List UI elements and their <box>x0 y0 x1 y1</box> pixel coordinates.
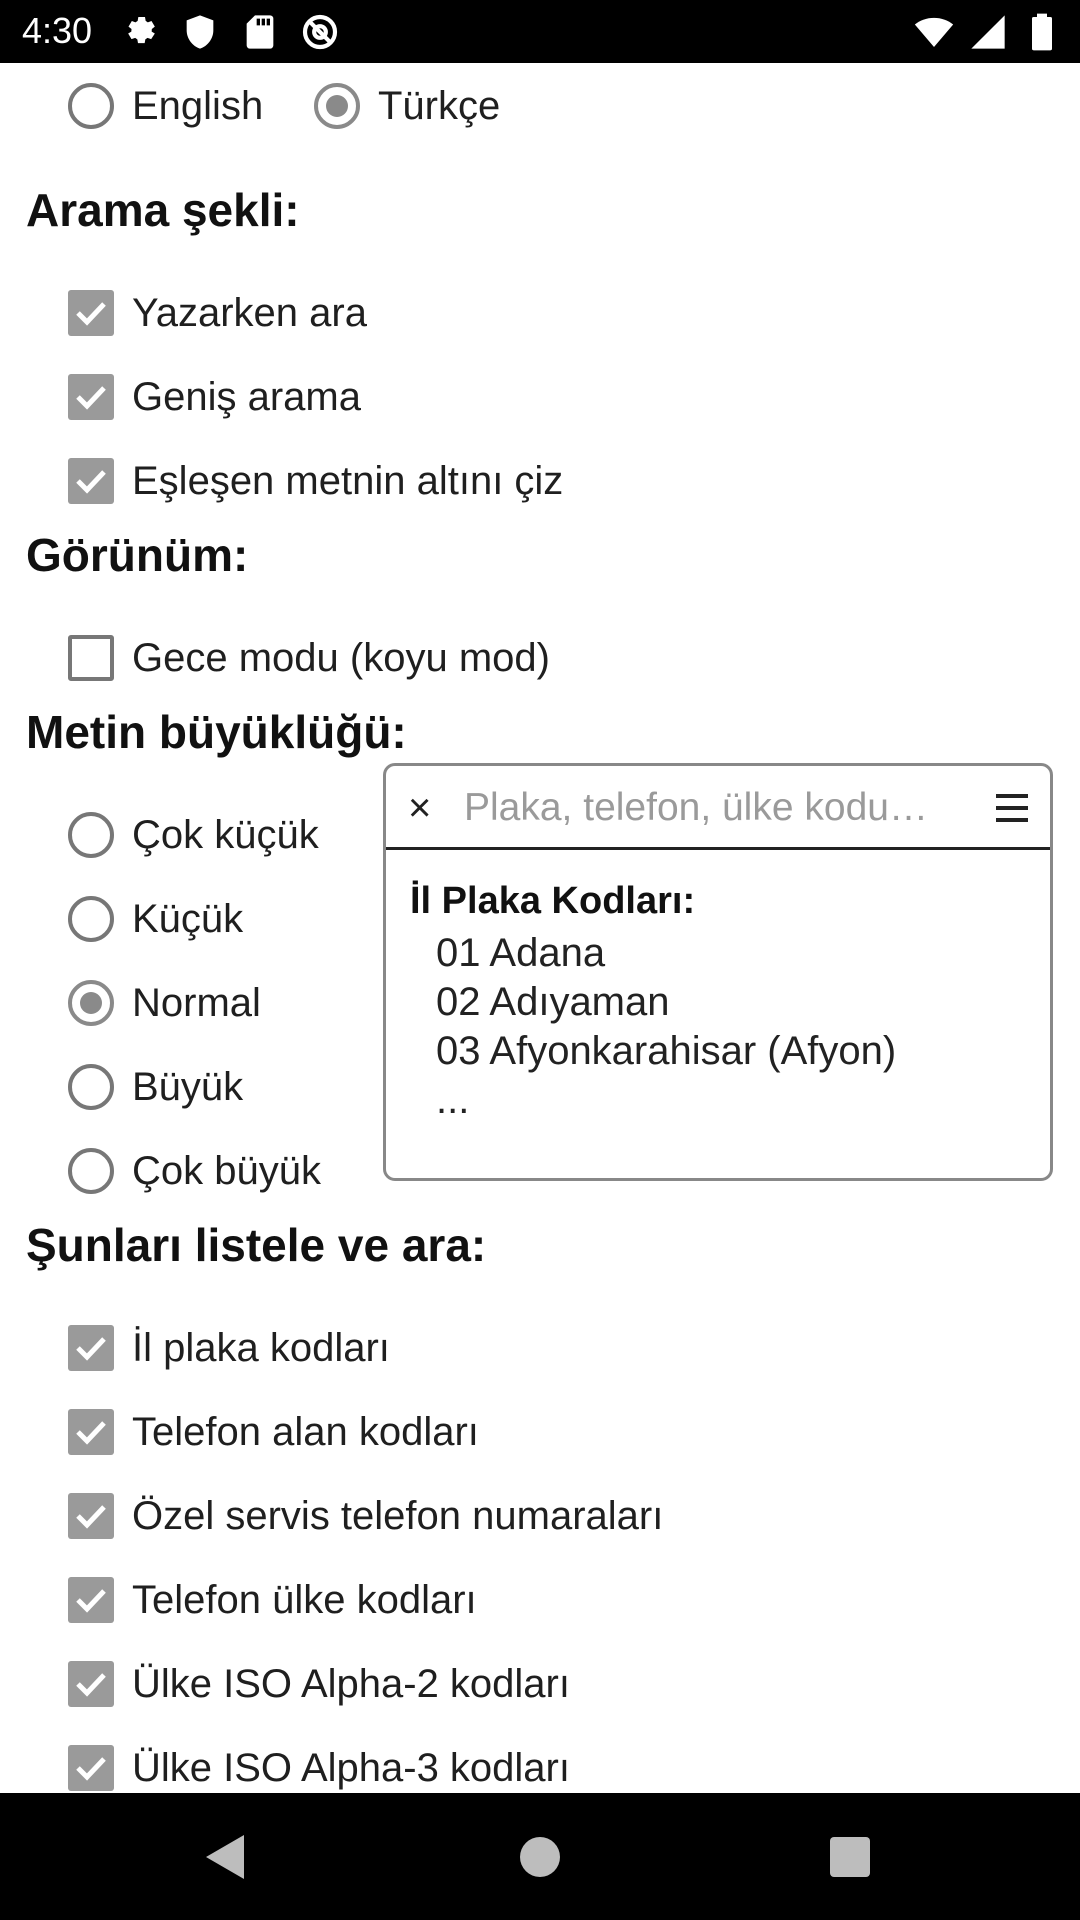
iso-alpha2-label: Ülke ISO Alpha-2 kodları <box>132 1661 570 1706</box>
option-text-large[interactable]: Büyük <box>68 1057 243 1117</box>
preview-search-bar: × <box>386 766 1050 850</box>
list-and-search-title: Şunları listele ve ara: <box>26 1219 487 1271</box>
settings-content[interactable]: English Türkçe Arama şekli: Yazarken ara… <box>0 63 1080 1793</box>
country-phone-codes-checkbox[interactable] <box>68 1577 114 1623</box>
check-icon <box>76 1589 106 1613</box>
text-large-radio[interactable] <box>68 1064 114 1110</box>
wide-search-label: Geniş arama <box>132 374 361 419</box>
plate-codes-checkbox[interactable] <box>68 1325 114 1371</box>
status-icons-right <box>914 12 1062 52</box>
language-english-radio[interactable] <box>68 83 114 129</box>
list-item: ... <box>436 1078 470 1122</box>
plate-codes-label: İl plaka kodları <box>132 1325 390 1370</box>
check-icon <box>76 302 106 326</box>
language-turkish-radio[interactable] <box>314 83 360 129</box>
wide-search-checkbox[interactable] <box>68 374 114 420</box>
list-item: 03 Afyonkarahisar (Afyon) <box>436 1029 897 1073</box>
status-time: 4:30 <box>22 10 93 51</box>
text-small-label: Küçük <box>132 896 244 941</box>
text-very-large-label: Çok büyük <box>132 1148 321 1193</box>
option-area-codes[interactable]: Telefon alan kodları <box>68 1402 479 1462</box>
iso-alpha3-checkbox[interactable] <box>68 1745 114 1791</box>
check-icon <box>76 1673 106 1697</box>
search-while-typing-checkbox[interactable] <box>68 290 114 336</box>
language-option-turkish[interactable]: Türkçe <box>314 76 500 136</box>
option-text-small[interactable]: Küçük <box>68 889 243 949</box>
check-icon <box>76 1421 106 1445</box>
appearance-title: Görünüm: <box>26 529 249 581</box>
iso-alpha3-label: Ülke ISO Alpha-3 kodları <box>132 1745 570 1790</box>
option-search-while-typing[interactable]: Yazarken ara <box>68 283 367 343</box>
check-icon <box>76 386 106 410</box>
preview-panel: × İl Plaka Kodları: 01 Adana 02 Adıyaman… <box>383 763 1053 1181</box>
service-numbers-checkbox[interactable] <box>68 1493 114 1539</box>
close-icon[interactable]: × <box>408 784 431 832</box>
text-size-title: Metin büyüklüğü: <box>26 706 407 758</box>
text-very-small-label: Çok küçük <box>132 812 319 857</box>
preview-heading: İl Plaka Kodları: <box>410 880 696 922</box>
search-mode-title: Arama şekli: <box>26 184 300 236</box>
at-sign-icon <box>300 12 340 52</box>
navigation-bar <box>0 1793 1080 1920</box>
text-normal-radio[interactable] <box>68 980 114 1026</box>
preview-results: İl Plaka Kodları: 01 Adana 02 Adıyaman 0… <box>410 880 1034 1125</box>
underline-match-label: Eşleşen metnin altını çiz <box>132 458 564 503</box>
language-option-english[interactable]: English <box>68 76 263 136</box>
night-mode-label: Gece modu (koyu mod) <box>132 635 550 680</box>
language-english-label: English <box>132 83 264 128</box>
status-icons-left <box>120 12 340 52</box>
language-turkish-label: Türkçe <box>378 83 501 128</box>
check-icon <box>76 1757 106 1781</box>
home-icon[interactable] <box>520 1837 560 1877</box>
option-iso-alpha3[interactable]: Ülke ISO Alpha-3 kodları <box>68 1738 570 1793</box>
wifi-icon <box>914 12 954 52</box>
check-icon <box>76 470 106 494</box>
option-plate-codes[interactable]: İl plaka kodları <box>68 1318 390 1378</box>
back-icon[interactable] <box>204 1833 248 1881</box>
text-normal-label: Normal <box>132 980 261 1025</box>
list-item: 02 Adıyaman <box>436 980 670 1024</box>
iso-alpha2-checkbox[interactable] <box>68 1661 114 1707</box>
option-text-normal[interactable]: Normal <box>68 973 261 1033</box>
option-night-mode[interactable]: Gece modu (koyu mod) <box>68 628 550 688</box>
option-iso-alpha2[interactable]: Ülke ISO Alpha-2 kodları <box>68 1654 570 1714</box>
recent-apps-icon[interactable] <box>830 1837 870 1877</box>
area-codes-label: Telefon alan kodları <box>132 1409 479 1454</box>
preview-search-input[interactable] <box>464 784 954 832</box>
night-mode-checkbox[interactable] <box>68 635 114 681</box>
option-text-very-large[interactable]: Çok büyük <box>68 1141 321 1201</box>
check-icon <box>76 1505 106 1529</box>
status-bar: 4:30 <box>0 0 1080 63</box>
text-large-label: Büyük <box>132 1064 244 1109</box>
text-very-large-radio[interactable] <box>68 1148 114 1194</box>
shield-icon <box>180 12 220 52</box>
option-country-phone-codes[interactable]: Telefon ülke kodları <box>68 1570 477 1630</box>
option-underline-match[interactable]: Eşleşen metnin altını çiz <box>68 451 563 511</box>
area-codes-checkbox[interactable] <box>68 1409 114 1455</box>
list-item: 01 Adana <box>436 931 606 975</box>
service-numbers-label: Özel servis telefon numaraları <box>132 1493 664 1538</box>
option-wide-search[interactable]: Geniş arama <box>68 367 361 427</box>
battery-icon <box>1022 12 1062 52</box>
menu-icon[interactable] <box>996 794 1028 824</box>
text-small-radio[interactable] <box>68 896 114 942</box>
underline-match-checkbox[interactable] <box>68 458 114 504</box>
country-phone-codes-label: Telefon ülke kodları <box>132 1577 477 1622</box>
text-very-small-radio[interactable] <box>68 812 114 858</box>
option-service-numbers[interactable]: Özel servis telefon numaraları <box>68 1486 663 1546</box>
sd-card-icon <box>240 12 280 52</box>
check-icon <box>76 1337 106 1361</box>
search-while-typing-label: Yazarken ara <box>132 290 367 335</box>
signal-icon <box>968 12 1008 52</box>
settings-icon <box>120 12 160 52</box>
option-text-very-small[interactable]: Çok küçük <box>68 805 319 865</box>
